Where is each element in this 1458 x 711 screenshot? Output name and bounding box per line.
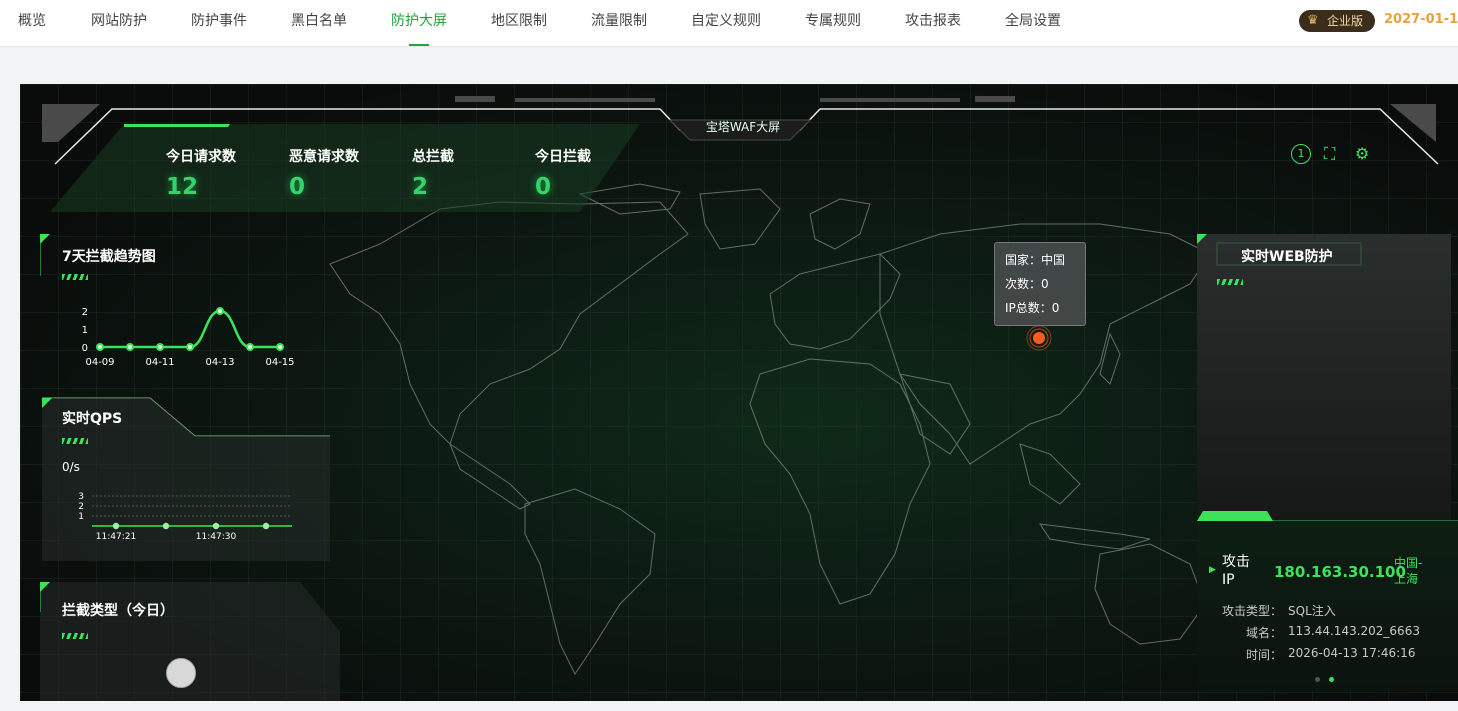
qps-chart: 321 11:47:21 11:47:30 <box>78 492 292 542</box>
crown-icon: ♛ <box>1307 13 1319 28</box>
expire-date: 2027-01-19 <box>1384 12 1458 27</box>
qps-x-tick: 11:47:21 <box>96 532 136 542</box>
map-marker[interactable] <box>1026 325 1052 351</box>
qps-point <box>262 522 270 530</box>
stat-label-total-blocked: 总拦截 <box>412 149 454 165</box>
tab-traffic-limit[interactable]: 流量限制 <box>591 0 647 46</box>
trend-x-tick: 04-13 <box>205 357 234 368</box>
qps-point <box>112 522 120 530</box>
qps-y-tick: 2 <box>78 502 84 512</box>
stat-label-today-blocked: 今日拦截 <box>535 149 591 165</box>
tab-global-settings[interactable]: 全局设置 <box>1005 0 1061 46</box>
stat-value-malicious: 0 <box>289 174 306 200</box>
trend-point-core <box>218 309 222 313</box>
tab-custom-rules[interactable]: 自定义规则 <box>691 0 761 46</box>
tab-overview[interactable]: 概览 <box>18 0 46 46</box>
tab-site-protection[interactable]: 网站防护 <box>91 0 147 46</box>
trend-line <box>99 309 280 349</box>
screen-title: 宝塔WAF大屏 <box>705 120 781 134</box>
trend-y-tick: 2 <box>82 307 88 318</box>
attack-domain-value: 113.44.143.202_6663 <box>1288 624 1420 638</box>
trend-panel-title: 7天拦截趋势图 <box>62 249 156 265</box>
edition-badge[interactable]: ♛ 企业版 <box>1299 10 1375 32</box>
qps-point <box>162 522 170 530</box>
tab-black-white-list[interactable]: 黑白名单 <box>291 0 347 46</box>
gear-icon[interactable]: ⚙ <box>1355 144 1369 163</box>
trend-x-tick: 04-15 <box>265 357 294 368</box>
tab-exclusive-rules[interactable]: 专属规则 <box>805 0 861 46</box>
tab-protection-events[interactable]: 防护事件 <box>191 0 247 46</box>
tab-region-limit[interactable]: 地区限制 <box>491 0 547 46</box>
edition-label: 企业版 <box>1327 14 1364 28</box>
attack-location: 中国-上海 <box>1394 556 1423 586</box>
stat-value-today-blocked: 0 <box>535 174 552 200</box>
attack-panel: ▶ 攻击IP 180.163.30.100 中国-上海 攻击类型： SQL注入 … <box>1197 511 1458 691</box>
trend-point-core <box>158 345 162 349</box>
tooltip-country: 国家：中国 <box>1005 253 1066 267</box>
stat-value-today-requests: 12 <box>166 174 199 200</box>
tooltip-count: 次数：0 <box>1005 277 1049 291</box>
block-type-pie <box>166 658 196 688</box>
web-protect-panel: 实时WEB防护 <box>1197 234 1451 522</box>
map-tooltip: 国家：中国 次数：0 IP总数：0 <box>994 242 1086 326</box>
trend-y-tick: 1 <box>82 325 88 336</box>
trend-point-core <box>98 345 102 349</box>
tab-big-screen[interactable]: 防护大屏 <box>391 0 447 46</box>
attack-type-label: 攻击类型： <box>1222 604 1283 618</box>
trend-x-tick: 04-09 <box>85 357 114 368</box>
trend-point-core <box>188 345 192 349</box>
big-screen: 宝塔WAF大屏 1 ⛶ ⚙ 今日请求数 12 恶意请求数 0 总拦截 2 今日拦… <box>20 84 1458 701</box>
web-protect-title: 实时WEB防护 <box>1241 249 1333 265</box>
qps-point <box>212 522 220 530</box>
attack-ip-label: 攻击IP <box>1222 554 1250 588</box>
attack-time-label: 时间： <box>1246 648 1283 662</box>
top-navigation: 概览 网站防护 防护事件 黑白名单 防护大屏 地区限制 流量限制 自定义规则 专… <box>0 0 1458 47</box>
web-protect-stripe <box>1217 279 1243 285</box>
fullscreen-icon[interactable]: ⛶ <box>1324 144 1335 164</box>
qps-x-tick: 11:47:30 <box>196 532 237 542</box>
trend-panel-stripe <box>62 274 88 280</box>
stat-value-total-blocked: 2 <box>412 174 429 200</box>
trend-chart: 2 1 0 04-09 04-11 04-13 04-15 <box>82 307 295 368</box>
stat-label-malicious: 恶意请求数 <box>289 149 359 165</box>
tooltip-ip-total: IP总数：0 <box>1005 301 1060 315</box>
tab-attack-report[interactable]: 攻击报表 <box>905 0 961 46</box>
attack-ip[interactable]: 180.163.30.100 <box>1274 563 1406 581</box>
trend-point-core <box>278 345 282 349</box>
notification-count[interactable]: 1 <box>1291 144 1311 164</box>
pager-dot-1[interactable] <box>1315 677 1320 682</box>
trend-x-tick: 04-11 <box>145 357 174 368</box>
attack-time-value: 2026-04-13 17:46:16 <box>1288 646 1416 660</box>
qps-y-tick: 1 <box>78 512 84 522</box>
play-icon: ▶ <box>1209 565 1216 575</box>
qps-panel-stripe <box>62 438 88 444</box>
stat-label-today-requests: 今日请求数 <box>166 149 236 165</box>
qps-panel-title: 实时QPS <box>62 411 123 427</box>
block-type-stripe <box>62 633 88 639</box>
trend-point-core <box>248 345 252 349</box>
trend-point-core <box>128 345 132 349</box>
attack-domain-label: 域名： <box>1246 626 1283 640</box>
qps-y-tick: 3 <box>78 492 84 502</box>
trend-y-tick: 0 <box>82 343 88 354</box>
qps-value: 0/s <box>62 460 80 474</box>
attack-type-value: SQL注入 <box>1288 604 1336 618</box>
block-type-title: 拦截类型（今日） <box>62 603 174 619</box>
pager-dot-2[interactable] <box>1329 677 1334 682</box>
